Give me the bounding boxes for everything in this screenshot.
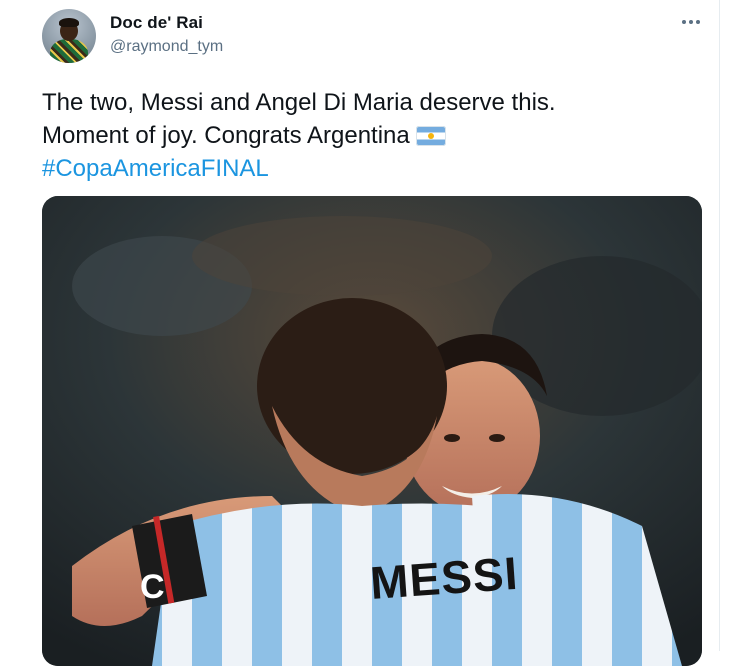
dot	[682, 20, 686, 24]
avatar-hair	[59, 18, 79, 27]
tweet-photo[interactable]: C MESSI	[42, 196, 702, 666]
photo-illustration: C MESSI	[42, 196, 702, 666]
author-handle[interactable]: @raymond_tym	[110, 38, 223, 56]
user-avatar[interactable]	[42, 9, 96, 63]
tweet-text-line-2: Moment of joy. Congrats Argentina	[42, 119, 702, 152]
more-options-icon[interactable]	[680, 12, 702, 32]
jersey-name: MESSI	[369, 547, 520, 609]
author-name[interactable]: Doc de' Rai	[110, 13, 203, 33]
tweet-text: The two, Messi and Angel Di Maria deserv…	[42, 86, 702, 185]
flag-sun	[428, 133, 434, 139]
player-hair-back	[257, 298, 447, 474]
armband-letter: C	[140, 568, 165, 606]
hashtag-link[interactable]: #CopaAmericaFINAL	[42, 152, 702, 185]
player-eye	[489, 434, 505, 442]
argentina-flag-icon	[416, 126, 446, 146]
dot	[689, 20, 693, 24]
player-eye	[444, 434, 460, 442]
tweet-text-line-1: The two, Messi and Angel Di Maria deserv…	[42, 86, 702, 119]
tweet-card[interactable]: Doc de' Rai @raymond_tym The two, Messi …	[0, 0, 750, 651]
dot	[696, 20, 700, 24]
bokeh-shape	[192, 216, 492, 296]
avatar-shirt	[50, 39, 88, 63]
tweet-text-line-2-text: Moment of joy. Congrats Argentina	[42, 122, 410, 149]
timeline-divider	[719, 0, 720, 651]
